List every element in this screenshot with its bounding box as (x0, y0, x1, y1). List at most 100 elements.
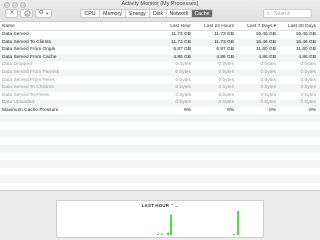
row-name: Data Dropped (2, 62, 32, 68)
row-value: 0 bytes (175, 92, 191, 98)
row-value: 0% (269, 107, 276, 113)
row-value: 0% (309, 107, 316, 113)
row-value: 0% (227, 107, 234, 113)
row-value: 0 bytes (218, 77, 234, 83)
gear-icon: ⚙ (38, 10, 44, 16)
table-header: Name Last Hour Last 24 Hours Last 7 Days▾ La… (0, 22, 320, 31)
column-header-label: Name (2, 24, 15, 29)
search-input[interactable] (274, 11, 310, 17)
cache-table: Name Last Hour Last 24 Hours Last 7 Days▾ La… (0, 22, 320, 190)
row-value: 0 bytes (300, 62, 316, 68)
graph-box: LAST HOUR ⌃⌄ (56, 200, 264, 238)
row-value: 0 bytes (218, 62, 234, 68)
row-name: Data Served To Clients (2, 39, 51, 45)
row-value: 0 bytes (175, 62, 191, 68)
column-header-last-24-hours[interactable]: Last 24 Hours (204, 23, 234, 30)
row-value: 11.73 GB (214, 32, 234, 37)
row-value: 11.60 GB (296, 47, 316, 53)
sort-indicator-icon: ▾ (273, 24, 276, 29)
row-name: Data Served From Origin (2, 47, 56, 53)
graph-panel: LAST HOUR ⌃⌄ (0, 190, 320, 240)
stop-process-button[interactable]: ✕ (5, 9, 18, 18)
row-value: 0 bytes (218, 92, 234, 98)
close-icon: ✕ (9, 10, 15, 16)
row-name: Data Served (2, 32, 29, 37)
row-value: 0 bytes (300, 85, 316, 91)
chevron-down-icon: ▾ (46, 11, 49, 16)
graph-bar (170, 214, 173, 235)
action-menu-button[interactable]: ⚙ ▾ (35, 9, 52, 18)
row-value: 0 bytes (260, 69, 276, 75)
table-row[interactable]: Data Served From Cache 4.86 GB 4.86 GB 4.86… (0, 54, 320, 62)
column-header-label: Last 24 Hours (204, 24, 234, 29)
graph-bar (157, 234, 160, 235)
info-icon (24, 10, 31, 17)
tab-cache[interactable]: Cache (192, 10, 212, 17)
row-value: 0 bytes (300, 92, 316, 98)
row-value: 11.73 GB (171, 39, 191, 45)
row-value: 0 bytes (175, 77, 191, 83)
row-value: 0 bytes (260, 77, 276, 83)
row-value: 0 bytes (175, 85, 191, 91)
tab-cpu[interactable]: CPU (81, 10, 100, 17)
table-row[interactable]: Data Served To Children 0 bytes 0 bytes 0 b… (0, 84, 320, 92)
row-value: 0 bytes (218, 69, 234, 75)
tab-disk[interactable]: Disk (150, 10, 167, 17)
column-header-last-hour[interactable]: Last Hour (170, 23, 191, 30)
row-name: Data Served From Cache (2, 54, 57, 60)
row-name: Maximum Cache Pressure (2, 107, 59, 113)
row-name: Data Served From Parents (2, 69, 60, 75)
row-value: 0 bytes (260, 85, 276, 91)
table-row[interactable]: Data Uploaded 0 bytes 0 bytes 0 bytes 0 byte… (0, 99, 320, 107)
row-value: 0 bytes (175, 69, 191, 75)
inspect-process-button[interactable] (20, 9, 33, 18)
row-value: 11.73 GB (171, 32, 191, 37)
row-value: 4.86 GB (173, 54, 191, 60)
table-row[interactable]: Data Served From Peers 0 bytes 0 bytes 0 by… (0, 77, 320, 85)
tab-energy[interactable]: Energy (126, 10, 150, 17)
row-value: 4.86 GB (258, 54, 276, 60)
row-value: 4.86 GB (298, 54, 316, 60)
row-value: 11.60 GB (256, 47, 276, 53)
row-value: 0 bytes (218, 85, 234, 91)
search-field[interactable]: ⌕ (263, 9, 312, 18)
data-graph (157, 211, 240, 235)
table-row[interactable]: Data Served From Origin 6.87 GB 6.87 GB 11.… (0, 46, 320, 54)
tab-network[interactable]: Network (167, 10, 192, 17)
search-icon: ⌕ (267, 11, 271, 17)
row-value: 11.73 GB (214, 39, 234, 45)
table-row[interactable]: Data Served To Peers 0 bytes 0 bytes 0 byte… (0, 92, 320, 100)
column-header-label: Last 7 Days (247, 24, 273, 29)
row-value: 16.46 GB (295, 39, 316, 45)
row-value: 16.46 GB (255, 32, 276, 37)
graph-bar (161, 233, 164, 235)
row-value: 0 bytes (175, 100, 191, 106)
table-row[interactable]: Data Dropped 0 bytes 0 bytes 0 bytes 0 bytes (0, 61, 320, 69)
row-value: 4.86 GB (216, 54, 234, 60)
column-header-label: Last Hour (170, 24, 191, 29)
window-title: Activity Monitor (My Processes) (121, 1, 199, 7)
table-row[interactable]: Maximum Cache Pressure 0% 0% 0% 0% (0, 107, 320, 115)
row-value: 0 bytes (300, 77, 316, 83)
column-header-name[interactable]: Name (2, 23, 15, 30)
column-header-label: Last 30 Days (288, 24, 316, 29)
row-value: 0 bytes (218, 100, 234, 106)
graph-bar (167, 232, 170, 235)
column-header-last-30-days[interactable]: Last 30 Days (288, 23, 316, 30)
row-name: Data Served To Children (2, 85, 55, 91)
row-value: 6.87 GB (173, 47, 191, 53)
row-value: 0 bytes (260, 62, 276, 68)
row-value: 16.46 GB (295, 32, 316, 37)
table-row[interactable]: Data Served 11.73 GB 11.73 GB 16.46 GB 16.46… (0, 31, 320, 39)
tab-memory[interactable]: Memory (100, 10, 126, 17)
graph-bar (233, 233, 236, 235)
row-name: Data Served From Peers (2, 77, 56, 83)
table-row[interactable]: Data Served To Clients 11.73 GB 11.73 GB 16… (0, 39, 320, 47)
row-value: 0 bytes (300, 100, 316, 106)
column-header-last-7-days[interactable]: Last 7 Days▾ (247, 23, 276, 30)
graph-bar (237, 211, 240, 235)
table-row[interactable]: Data Served From Parents 0 bytes 0 bytes 0 … (0, 69, 320, 77)
row-value: 0 bytes (260, 100, 276, 106)
tab-bar: CPU Memory Energy Disk Network Cache (80, 9, 213, 18)
activity-monitor-window: Activity Monitor (My Processes) ✕ ⚙ ▾ CP… (0, 0, 320, 240)
